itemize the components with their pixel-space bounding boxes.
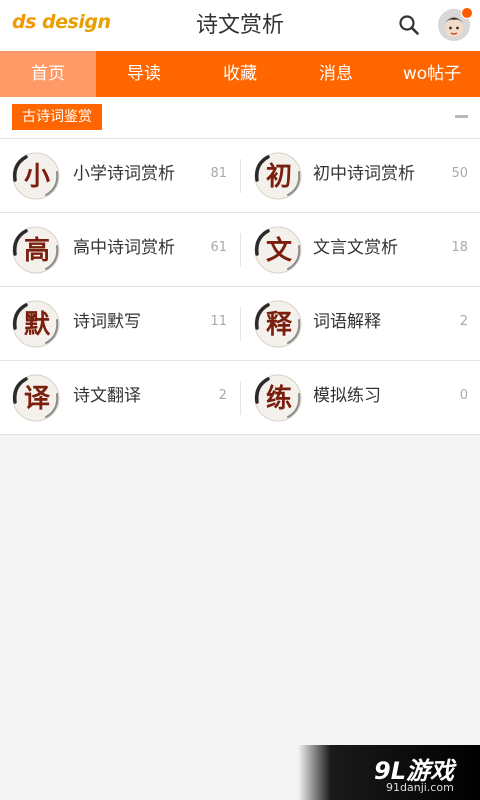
grid-row: 高 高中诗词赏析 61 文 文言文赏析 18 [0,213,480,287]
category-item-primary-school[interactable]: 小 小学诗词赏析 81 [0,139,240,213]
badge-glyph: 释 [266,310,293,340]
notification-dot [461,7,473,19]
category-item-translation[interactable]: 译 诗文翻译 2 [0,361,240,435]
tab-favorites[interactable]: 收藏 [192,51,288,97]
tab-guide[interactable]: 导读 [96,51,192,97]
category-item-word-explanation[interactable]: 释 词语解释 2 [240,287,480,361]
category-label: 模拟练习 [313,386,381,406]
category-item-practice[interactable]: 练 模拟练习 0 [240,361,480,435]
section-tag: 古诗词鉴赏 [12,104,102,130]
category-label: 高中诗词赏析 [73,238,175,258]
badge-glyph: 初 [266,162,292,192]
watermark-url: 91danji.com [386,781,454,794]
watermark: 9L游戏 91danji.com [298,745,480,800]
category-count: 2 [218,388,227,403]
category-badge-icon: 初 [252,150,304,202]
category-count: 2 [459,314,468,329]
category-label: 初中诗词赏析 [313,164,415,184]
category-count: 81 [210,166,227,181]
category-item-middle-school[interactable]: 初 初中诗词赏析 50 [240,139,480,213]
avatar[interactable] [438,7,473,41]
tab-my-posts[interactable]: wo帖子 [384,51,480,97]
category-item-classical-chinese[interactable]: 文 文言文赏析 18 [240,213,480,287]
category-label: 文言文赏析 [313,238,398,258]
tab-messages[interactable]: 消息 [288,51,384,97]
badge-glyph: 译 [24,384,51,414]
badge-glyph: 默 [24,310,51,340]
badge-glyph: 高 [24,235,50,266]
logo-text-design: design [35,11,111,33]
category-count: 50 [451,166,468,181]
search-icon[interactable] [398,14,420,36]
category-grid: 小 小学诗词赏析 81 初 初中诗词赏析 50 高 高中诗词赏析 61 文 文言… [0,139,480,435]
logo-text-ds: ds [12,11,36,33]
category-label: 诗词默写 [73,312,141,332]
top-bar: ds design 诗文赏析 [0,0,480,51]
app-logo: ds design [12,11,111,33]
category-item-dictation[interactable]: 默 诗词默写 11 [0,287,240,361]
category-badge-icon: 默 [10,298,62,350]
category-count: 0 [459,388,468,403]
category-badge-icon: 小 [10,150,62,202]
category-badge-icon: 文 [252,224,304,276]
category-badge-icon: 译 [10,372,62,424]
category-item-high-school[interactable]: 高 高中诗词赏析 61 [0,213,240,287]
category-badge-icon: 高 [10,224,62,276]
badge-glyph: 练 [266,383,292,414]
collapse-icon[interactable] [455,115,468,118]
tab-bar: 首页 导读 收藏 消息 wo帖子 [0,51,480,97]
grid-row: 译 诗文翻译 2 练 模拟练习 0 [0,361,480,435]
category-label: 诗文翻译 [73,386,141,406]
category-label: 小学诗词赏析 [73,164,175,184]
section-header: 古诗词鉴赏 [0,97,480,139]
category-count: 61 [210,240,227,255]
badge-glyph: 文 [266,235,293,266]
tab-home[interactable]: 首页 [0,51,96,97]
category-count: 18 [451,240,468,255]
badge-glyph: 小 [24,162,50,192]
category-label: 词语解释 [313,312,381,332]
category-badge-icon: 练 [252,372,304,424]
category-badge-icon: 释 [252,298,304,350]
grid-row: 小 小学诗词赏析 81 初 初中诗词赏析 50 [0,139,480,213]
category-count: 11 [210,314,227,329]
grid-row: 默 诗词默写 11 释 词语解释 2 [0,287,480,361]
